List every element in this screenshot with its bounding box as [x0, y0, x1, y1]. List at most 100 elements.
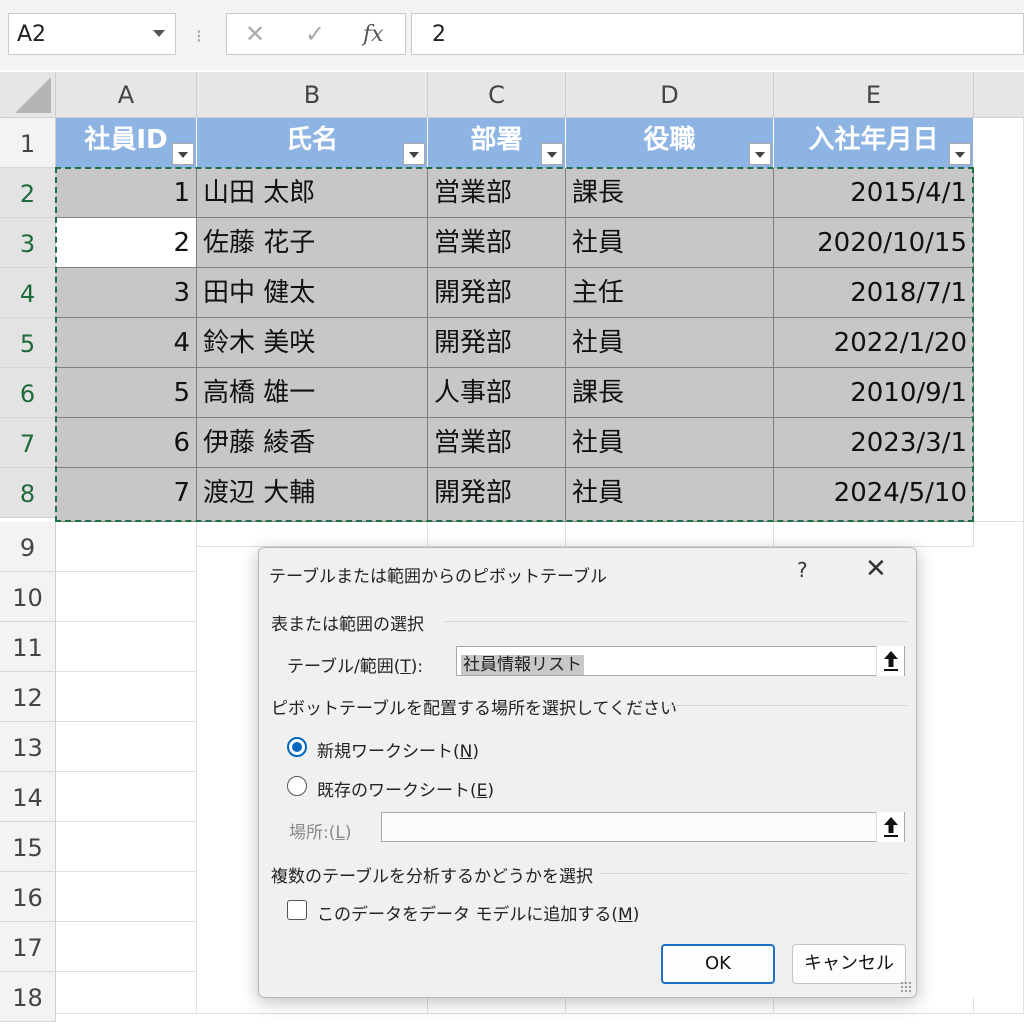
close-icon[interactable]: ✕ — [865, 554, 887, 584]
grid-cell[interactable] — [197, 522, 428, 547]
table-cell[interactable]: 2015/4/1 — [774, 168, 974, 218]
active-cell[interactable]: 2 — [56, 218, 197, 268]
row-header-8[interactable]: 8 — [0, 468, 56, 518]
grid-cell[interactable] — [56, 572, 197, 622]
grid-cell[interactable] — [56, 872, 197, 922]
grid-cell[interactable] — [566, 522, 774, 547]
data-model-checkbox[interactable] — [287, 900, 307, 920]
table-cell[interactable]: 1 — [56, 168, 197, 218]
row-header-17[interactable]: 17 — [0, 922, 56, 972]
resize-grip-icon[interactable] — [900, 981, 912, 993]
table-cell[interactable]: 2010/9/1 — [774, 368, 974, 418]
table-cell[interactable]: 営業部 — [428, 168, 566, 218]
table-cell[interactable]: 開発部 — [428, 468, 566, 522]
row-header-6[interactable]: 6 — [0, 368, 56, 418]
table-cell[interactable]: 2022/1/20 — [774, 318, 974, 368]
insert-function-icon[interactable]: fx — [363, 22, 384, 47]
grid-cell[interactable] — [428, 998, 566, 1014]
table-cell[interactable]: 社員 — [566, 418, 774, 468]
table-cell[interactable]: 社員 — [566, 218, 774, 268]
column-header-e[interactable]: E — [774, 72, 974, 118]
column-header-f[interactable] — [974, 72, 1024, 118]
table-cell[interactable]: 2018/7/1 — [774, 268, 974, 318]
column-header-b[interactable]: B — [197, 72, 428, 118]
table-range-input[interactable]: 社員情報リスト — [456, 646, 905, 676]
row-header-16[interactable]: 16 — [0, 872, 56, 922]
grid-cell[interactable] — [774, 522, 974, 547]
table-cell[interactable]: 2024/5/10 — [774, 468, 974, 522]
table-cell[interactable]: 高橋 雄一 — [197, 368, 428, 418]
filter-dropdown-icon[interactable] — [172, 143, 194, 165]
row-header-5[interactable]: 5 — [0, 318, 56, 368]
table-cell[interactable]: 主任 — [566, 268, 774, 318]
grid-cell[interactable] — [56, 672, 197, 722]
grid-cell[interactable] — [56, 522, 197, 572]
row-header-7[interactable]: 7 — [0, 418, 56, 468]
row-header-12[interactable]: 12 — [0, 672, 56, 722]
grid-cell[interactable] — [974, 522, 1024, 1014]
table-cell[interactable]: 課長 — [566, 168, 774, 218]
help-icon[interactable]: ? — [797, 558, 808, 582]
ok-button[interactable]: OK — [661, 944, 775, 984]
formula-input[interactable]: 2 — [411, 13, 1024, 55]
select-all-button[interactable] — [0, 72, 56, 118]
existing-sheet-label[interactable]: 既存のワークシート(E) — [317, 776, 494, 801]
column-header-a[interactable]: A — [56, 72, 197, 118]
table-cell[interactable]: 伊藤 綾香 — [197, 418, 428, 468]
table-cell[interactable]: 2020/10/15 — [774, 218, 974, 268]
grid-cell[interactable] — [774, 998, 974, 1014]
table-cell[interactable]: 山田 太郎 — [197, 168, 428, 218]
table-cell[interactable]: 7 — [56, 468, 197, 522]
enter-icon[interactable]: ✓ — [305, 20, 325, 48]
grid-cell[interactable] — [56, 622, 197, 672]
table-cell[interactable]: 営業部 — [428, 418, 566, 468]
existing-sheet-radio[interactable] — [287, 776, 307, 796]
column-header-d[interactable]: D — [566, 72, 774, 118]
new-sheet-label[interactable]: 新規ワークシート(N) — [317, 737, 479, 762]
table-cell[interactable]: 社員 — [566, 318, 774, 368]
table-cell[interactable]: 佐藤 花子 — [197, 218, 428, 268]
table-cell[interactable]: 5 — [56, 368, 197, 418]
table-cell[interactable]: 4 — [56, 318, 197, 368]
table-cell[interactable]: 3 — [56, 268, 197, 318]
table-cell[interactable]: 課長 — [566, 368, 774, 418]
row-header-2[interactable]: 2 — [0, 168, 56, 218]
grid-cell[interactable] — [56, 772, 197, 822]
row-header-14[interactable]: 14 — [0, 772, 56, 822]
row-header-11[interactable]: 11 — [0, 622, 56, 672]
data-model-label[interactable]: このデータをデータ モデルに追加する(M) — [317, 900, 639, 925]
table-cell[interactable]: 2023/3/1 — [774, 418, 974, 468]
table-cell[interactable]: 渡辺 大輔 — [197, 468, 428, 522]
grid-cell[interactable] — [974, 118, 1024, 522]
chevron-down-icon[interactable] — [153, 30, 165, 37]
row-header-13[interactable]: 13 — [0, 722, 56, 772]
drag-handle-icon[interactable]: ⁝ — [196, 26, 202, 47]
row-header-4[interactable]: 4 — [0, 268, 56, 318]
filter-dropdown-icon[interactable] — [541, 143, 563, 165]
column-header-c[interactable]: C — [428, 72, 566, 118]
row-header-1[interactable]: 1 — [0, 118, 56, 168]
grid-cell[interactable] — [197, 998, 428, 1014]
location-input[interactable] — [381, 812, 905, 842]
table-cell[interactable]: 開発部 — [428, 318, 566, 368]
row-header-3[interactable]: 3 — [0, 218, 56, 268]
cancel-button[interactable]: キャンセル — [792, 944, 906, 984]
grid-cell[interactable] — [56, 972, 197, 1014]
row-header-18[interactable]: 18 — [0, 972, 56, 1022]
new-sheet-radio[interactable] — [287, 737, 307, 757]
table-cell[interactable]: 営業部 — [428, 218, 566, 268]
filter-dropdown-icon[interactable] — [749, 143, 771, 165]
collapse-dialog-button[interactable] — [876, 646, 904, 676]
grid-cell[interactable] — [56, 822, 197, 872]
row-header-15[interactable]: 15 — [0, 822, 56, 872]
filter-dropdown-icon[interactable] — [949, 143, 971, 165]
filter-dropdown-icon[interactable] — [403, 143, 425, 165]
row-header-9[interactable]: 9 — [0, 522, 56, 572]
grid-cell[interactable] — [56, 922, 197, 972]
grid-cell[interactable] — [428, 522, 566, 547]
table-cell[interactable]: 社員 — [566, 468, 774, 522]
name-box[interactable]: A2 — [8, 13, 176, 55]
table-cell[interactable]: 開発部 — [428, 268, 566, 318]
grid-cell[interactable] — [56, 722, 197, 772]
grid-cell[interactable] — [566, 998, 774, 1014]
